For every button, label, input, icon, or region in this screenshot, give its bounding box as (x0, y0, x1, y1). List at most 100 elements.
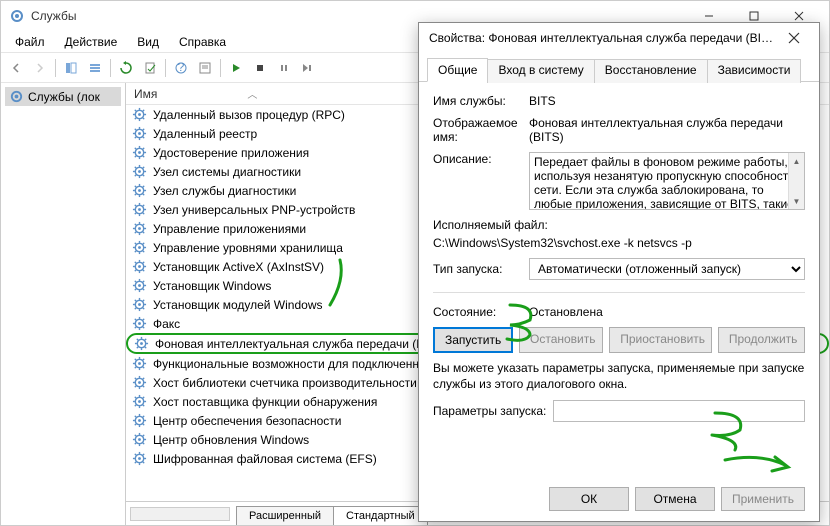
gear-icon (132, 164, 147, 179)
value-executable: C:\Windows\System32\svchost.exe -k netsv… (433, 236, 692, 250)
gear-icon (132, 278, 147, 293)
export-button[interactable] (139, 57, 161, 79)
svg-text:?: ? (178, 61, 185, 74)
service-name: Установщик модулей Windows (153, 298, 322, 312)
service-name: Узел службы диагностики (153, 184, 296, 198)
service-name: Узел универсальных PNP-устройств (153, 203, 355, 217)
gear-icon (132, 259, 147, 274)
sort-indicator-icon: ︿ (247, 86, 257, 101)
start-service-button[interactable] (225, 57, 247, 79)
forward-button[interactable] (29, 57, 51, 79)
label-state: Состояние: (433, 305, 529, 319)
service-name: Узел системы диагностики (153, 165, 301, 179)
service-name: Факс (153, 317, 180, 331)
service-name: Хост поставщика функции обнаружения (153, 395, 377, 409)
service-name: Центр обновления Windows (153, 433, 309, 447)
tab-extended[interactable]: Расширенный (236, 506, 334, 525)
service-name: Функциональные возможности для подключен… (153, 357, 438, 371)
service-name: Установщик Windows (153, 279, 271, 293)
dialog-title: Свойства: Фоновая интеллектуальная служб… (429, 31, 779, 45)
menu-file[interactable]: Файл (5, 33, 55, 51)
props-button[interactable] (194, 57, 216, 79)
gear-icon (132, 240, 147, 255)
scroll-down-icon[interactable]: ▼ (789, 193, 804, 209)
gear-icon (132, 316, 147, 331)
tab-standard[interactable]: Стандартный (333, 506, 428, 525)
back-button[interactable] (5, 57, 27, 79)
service-name: Удостоверение приложения (153, 146, 309, 160)
dialog-titlebar[interactable]: Свойства: Фоновая интеллектуальная служб… (419, 23, 819, 53)
gear-icon (132, 183, 147, 198)
gear-icon (132, 145, 147, 160)
window-title: Службы (31, 9, 686, 23)
value-state: Остановлена (529, 305, 805, 319)
tab-recovery[interactable]: Восстановление (594, 59, 708, 83)
dialog-tabs: Общие Вход в систему Восстановление Зави… (419, 57, 819, 82)
label-description: Описание: (433, 152, 529, 166)
service-name: Шифрованная файловая система (EFS) (153, 452, 377, 466)
label-executable: Исполняемый файл: (433, 218, 548, 232)
app-icon (9, 8, 25, 24)
start-button[interactable]: Запустить (433, 327, 513, 353)
dialog-close-button[interactable] (779, 23, 809, 53)
service-name: Удаленный реестр (153, 127, 257, 141)
properties-toolbar-button[interactable] (84, 57, 106, 79)
gear-icon (132, 221, 147, 236)
gear-icon (132, 202, 147, 217)
gear-icon (132, 413, 147, 428)
cancel-button[interactable]: Отмена (635, 487, 715, 511)
tree-item-label: Службы (лок (28, 90, 100, 104)
description-box: Передает файлы в фоновом режиме работы, … (529, 152, 805, 210)
gear-icon (132, 432, 147, 447)
tab-general[interactable]: Общие (427, 58, 488, 82)
gear-icon (132, 451, 147, 466)
horizontal-scrollbar[interactable] (130, 507, 230, 521)
pause-button: Приостановить (609, 327, 712, 353)
service-name: Центр обеспечения безопасности (153, 414, 342, 428)
refresh-button[interactable] (115, 57, 137, 79)
gear-icon (132, 107, 147, 122)
service-name: Хост библиотеки счетчика производительно… (153, 376, 417, 390)
close-icon (788, 32, 800, 44)
start-params-input[interactable] (553, 400, 805, 422)
service-name: Управление приложениями (153, 222, 306, 236)
label-service-name: Имя службы: (433, 94, 529, 108)
label-startup-type: Тип запуска: (433, 262, 529, 276)
menu-action[interactable]: Действие (55, 33, 128, 51)
gear-icon (132, 126, 147, 141)
separator (433, 292, 805, 293)
services-icon (9, 89, 24, 104)
label-display-name: Отображаемое имя: (433, 116, 529, 144)
menu-view[interactable]: Вид (127, 33, 169, 51)
tree-item-services-local[interactable]: Службы (лок (5, 87, 121, 106)
gear-icon (132, 356, 147, 371)
service-name: Управление уровнями хранилища (153, 241, 343, 255)
gear-icon (132, 394, 147, 409)
service-name: Удаленный вызов процедур (RPC) (153, 108, 345, 122)
ok-button[interactable]: ОК (549, 487, 629, 511)
gear-icon (134, 336, 149, 351)
stop-button: Остановить (519, 327, 603, 353)
value-display-name: Фоновая интеллектуальная служба передачи… (529, 116, 805, 144)
value-service-name: BITS (529, 94, 805, 108)
menu-help[interactable]: Справка (169, 33, 236, 51)
help-button[interactable]: ? (170, 57, 192, 79)
label-start-params: Параметры запуска: (433, 404, 553, 418)
scroll-up-icon[interactable]: ▲ (789, 153, 804, 169)
show-hide-tree-button[interactable] (60, 57, 82, 79)
stop-service-button[interactable] (249, 57, 271, 79)
restart-service-button[interactable] (297, 57, 319, 79)
tab-logon[interactable]: Вход в систему (487, 59, 594, 83)
description-scrollbar[interactable]: ▲ ▼ (788, 153, 804, 209)
gear-icon (132, 297, 147, 312)
params-note: Вы можете указать параметры запуска, при… (433, 361, 805, 392)
apply-button: Применить (721, 487, 805, 511)
properties-dialog: Свойства: Фоновая интеллектуальная служб… (418, 22, 820, 522)
startup-type-select[interactable]: Автоматически (отложенный запуск) (529, 258, 805, 280)
gear-icon (132, 375, 147, 390)
pause-service-button[interactable] (273, 57, 295, 79)
service-name: Фоновая интеллектуальная служба передачи… (155, 337, 447, 351)
resume-button: Продолжить (718, 327, 805, 353)
tree-pane: Службы (лок (1, 83, 126, 525)
tab-dependencies[interactable]: Зависимости (707, 59, 802, 83)
